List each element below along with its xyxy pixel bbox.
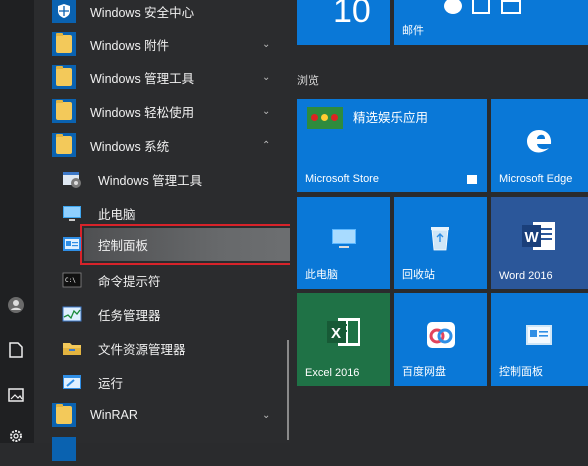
- this-pc-icon: [60, 201, 84, 225]
- shopping-bag-icon: [467, 175, 477, 184]
- chevron-down-icon: ⌄: [262, 38, 271, 50]
- folder-windows-system[interactable]: Windows 系统 ⌃: [34, 128, 290, 162]
- app-icon: [52, 437, 76, 461]
- app-logos-icon: [444, 0, 554, 14]
- folder-icon: [52, 133, 76, 157]
- app-item-file-explorer[interactable]: 文件资源管理器: [34, 331, 290, 365]
- folder-winrar[interactable]: WinRAR ⌄: [34, 398, 290, 432]
- store-headline: 精选娱乐应用: [353, 111, 429, 125]
- word-tile[interactable]: W Word 2016: [491, 197, 588, 289]
- folder-label: Windows 附件: [90, 38, 170, 53]
- recycle-bin-tile[interactable]: 回收站: [394, 197, 487, 289]
- file-explorer-icon: [60, 336, 84, 360]
- chevron-down-icon: ⌄: [262, 105, 271, 117]
- baidu-netdisk-icon: [427, 322, 455, 348]
- this-pc-label: 此电脑: [305, 269, 338, 281]
- document-icon[interactable]: [5, 339, 27, 361]
- store-label: Microsoft Store: [305, 173, 379, 185]
- folder-icon: [52, 99, 76, 123]
- control-panel-icon: [526, 325, 552, 345]
- folder-icon: [52, 32, 76, 56]
- chevron-down-icon: ⌄: [262, 409, 271, 421]
- mail-label: 邮件: [402, 25, 424, 37]
- app-item-label: 此电脑: [98, 207, 136, 222]
- scrollbar[interactable]: [287, 340, 289, 440]
- folder-label: Windows 轻松使用: [90, 105, 195, 120]
- svg-text:C:\: C:\: [65, 277, 76, 284]
- folder-windows-admin-tools[interactable]: Windows 管理工具 ⌄: [34, 60, 290, 94]
- app-list: Windows 安全中心 Windows 附件 ⌄ Windows 管理工具 ⌄…: [34, 0, 314, 461]
- recycle-bin-icon: [431, 227, 449, 251]
- settings-icon[interactable]: [5, 425, 27, 447]
- user-icon[interactable]: [5, 294, 27, 316]
- app-item-run[interactable]: 运行: [34, 365, 290, 399]
- run-icon: [60, 370, 84, 394]
- admin-tools-icon: [60, 167, 84, 191]
- word-icon: W: [522, 222, 555, 250]
- edge-label: Microsoft Edge: [499, 173, 573, 185]
- calendar-tile[interactable]: 10: [297, 0, 390, 45]
- app-item-partial[interactable]: [34, 432, 290, 466]
- app-item-windows-security[interactable]: Windows 安全中心: [34, 0, 290, 28]
- app-item-label: 文件资源管理器: [98, 342, 186, 357]
- calendar-number: 10: [333, 0, 371, 30]
- control-panel-label: 控制面板: [499, 366, 543, 378]
- svg-text:X: X: [331, 325, 341, 342]
- store-tile[interactable]: 精选娱乐应用 Microsoft Store: [297, 99, 487, 192]
- word-label: Word 2016: [499, 270, 553, 282]
- folder-icon: [52, 403, 76, 427]
- this-pc-icon: [332, 229, 356, 248]
- edge-tile[interactable]: Microsoft Edge: [491, 99, 588, 192]
- chevron-up-icon: ⌃: [262, 139, 271, 151]
- excel-tile[interactable]: X Excel 2016: [297, 293, 390, 386]
- folder-windows-ease-of-access[interactable]: Windows 轻松使用 ⌄: [34, 94, 290, 128]
- app-item-label: 任务管理器: [98, 308, 161, 323]
- start-rail: [0, 0, 34, 443]
- this-pc-tile[interactable]: 此电脑: [297, 197, 390, 289]
- app-item-label: Windows 管理工具: [98, 173, 203, 188]
- app-item-label: 控制面板: [98, 238, 149, 253]
- shield-icon: [52, 0, 76, 23]
- app-item-label: Windows 安全中心: [90, 5, 195, 20]
- pictures-icon[interactable]: [5, 384, 27, 406]
- folder-label: Windows 管理工具: [90, 71, 195, 86]
- app-item-control-panel[interactable]: 控制面板: [34, 227, 290, 261]
- cmd-icon: C:\: [60, 268, 84, 292]
- recycle-bin-label: 回收站: [402, 269, 435, 281]
- baidu-netdisk-tile[interactable]: 百度网盘: [394, 293, 487, 386]
- excel-icon: X: [327, 318, 360, 346]
- chevron-down-icon: ⌄: [262, 71, 271, 83]
- edge-icon: [527, 130, 552, 153]
- store-thumbnail: [307, 107, 343, 129]
- app-item-admin-tools[interactable]: Windows 管理工具: [34, 162, 290, 196]
- folder-windows-accessories[interactable]: Windows 附件 ⌄: [34, 27, 290, 61]
- svg-text:W: W: [525, 229, 540, 246]
- control-panel-icon: [60, 232, 84, 256]
- control-panel-tile[interactable]: 控制面板: [491, 293, 588, 386]
- folder-label: WinRAR: [90, 408, 138, 422]
- section-label: 浏览: [297, 75, 319, 87]
- app-item-task-manager[interactable]: 任务管理器: [34, 297, 290, 331]
- folder-label: Windows 系统: [90, 139, 170, 154]
- excel-label: Excel 2016: [305, 367, 360, 379]
- task-manager-icon: [60, 302, 84, 326]
- baidu-netdisk-label: 百度网盘: [402, 366, 446, 378]
- app-item-label: 运行: [98, 376, 124, 391]
- app-item-command-prompt[interactable]: C:\ 命令提示符: [34, 263, 290, 297]
- mail-tile[interactable]: 邮件: [394, 0, 588, 45]
- folder-icon: [52, 65, 76, 89]
- app-item-label: 命令提示符: [98, 274, 161, 289]
